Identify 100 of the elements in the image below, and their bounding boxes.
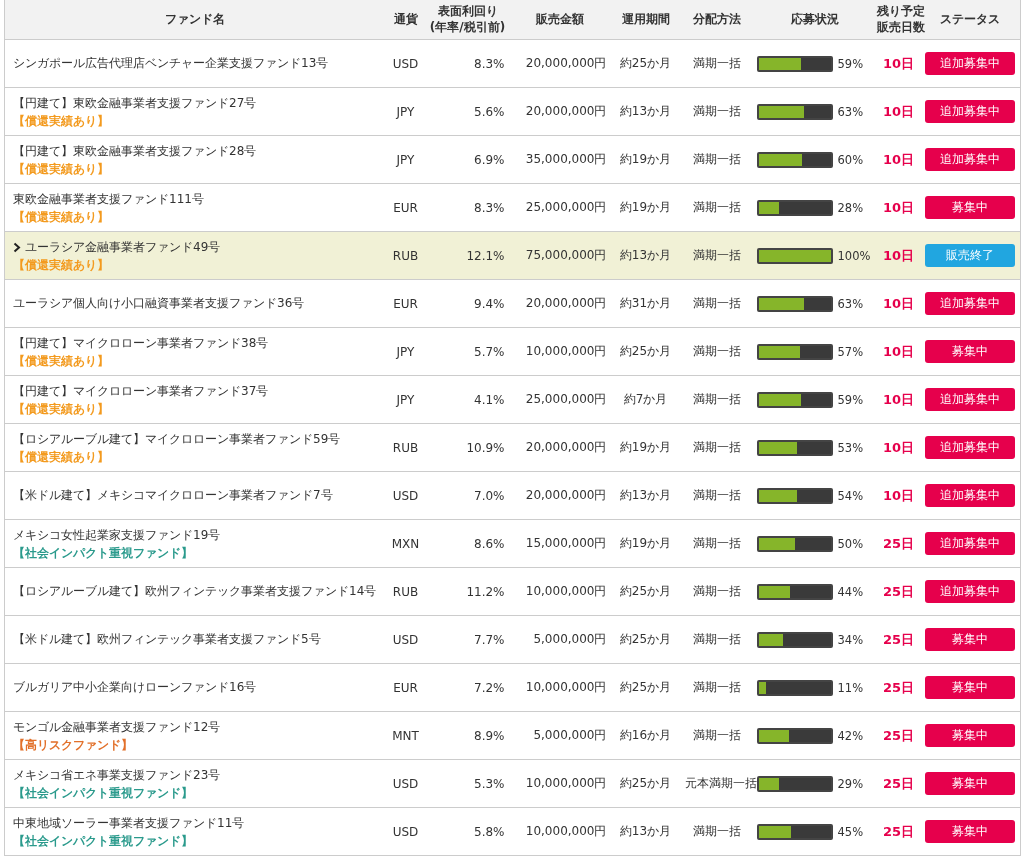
- fund-name[interactable]: メキシコ女性起業家支援ファンド19号: [13, 526, 221, 544]
- fund-row[interactable]: 【円建て】東欧金融事業者支援ファンド28号 【償還実績あり】 JPY 6.9% 35,000,000円 約19か月 満期一括 60% 10日 追加募集中: [4, 135, 1021, 184]
- days-remaining: 25日: [882, 631, 915, 647]
- period: 約13か月: [619, 104, 672, 118]
- fund-name[interactable]: 中東地域ソーラー事業者支援ファンド11号: [13, 814, 245, 832]
- fund-row[interactable]: 東欧金融事業者支援ファンド111号 【償還実績あり】 EUR 8.3% 25,000,000円 約19か月 満期一括 28% 10日 募集中: [4, 183, 1021, 232]
- progress-percent: 28%: [837, 200, 864, 215]
- fund-row[interactable]: メキシコ女性起業家支援ファンド19号 【社会インパクト重視ファンド】 MXN 8.6% 15,000,000円 約19か月 満期一括 50% 25日 追加募集中: [4, 519, 1021, 568]
- distribution-method: 満期一括: [692, 728, 741, 742]
- fund-name[interactable]: 【円建て】マイクロローン事業者ファンド38号: [13, 334, 269, 352]
- fund-name[interactable]: ユーラシア個人向け小口融資事業者支援ファンド36号: [13, 295, 305, 312]
- currency: JPY: [396, 104, 415, 119]
- progress-percent: 57%: [837, 344, 864, 359]
- progress-percent: 34%: [837, 632, 864, 647]
- status-badge: 募集中: [925, 772, 1016, 795]
- progress-percent: 60%: [837, 152, 864, 167]
- fund-row[interactable]: 【円建て】マイクロローン事業者ファンド38号 【償還実績あり】 JPY 5.7% 10,000,000円 約25か月 満期一括 57% 10日 募集中: [4, 327, 1021, 376]
- progress-percent: 63%: [837, 296, 864, 311]
- sales-amount: 10,000,000円: [525, 584, 607, 598]
- distribution-method: 満期一括: [692, 824, 741, 838]
- fund-name[interactable]: 【ロシアルーブル建て】欧州フィンテック事業者支援ファンド14号: [13, 583, 377, 600]
- fund-tag: 【償還実績あり】: [13, 353, 109, 369]
- fund-name[interactable]: メキシコ省エネ事業支援ファンド23号: [13, 766, 221, 784]
- sales-amount: 10,000,000円: [525, 776, 607, 790]
- days-remaining: 25日: [882, 823, 915, 839]
- fund-name[interactable]: 【円建て】東欧金融事業者支援ファンド28号: [13, 142, 257, 160]
- period: 約16か月: [619, 728, 672, 742]
- period: 約19か月: [619, 152, 672, 166]
- days-remaining: 10日: [882, 439, 915, 455]
- fund-row[interactable]: ユーラシア金融事業者ファンド49号 【償還実績あり】 RUB 12.1% 75,000,000円 約13か月 満期一括 100% 10日 販売終了: [4, 231, 1021, 280]
- fund-name[interactable]: ブルガリア中小企業向けローンファンド16号: [13, 679, 257, 696]
- currency: MXN: [391, 536, 420, 551]
- distribution-method: 満期一括: [692, 584, 741, 598]
- column-header: (年率/税引前): [429, 19, 506, 36]
- fund-row[interactable]: ユーラシア個人向け小口融資事業者支援ファンド36号 EUR 9.4% 20,000,000円 約31か月 満期一括 63% 10日 追加募集中: [4, 279, 1021, 328]
- fund-row[interactable]: 【ロシアルーブル建て】マイクロローン事業者ファンド59号 【償還実績あり】 RUB 10.9% 20,000,000円 約19か月 満期一括 53% 10日 追加募集中: [4, 423, 1021, 472]
- currency: RUB: [392, 440, 419, 455]
- progress-percent: 100%: [837, 248, 871, 263]
- fund-row[interactable]: モンゴル金融事業者支援ファンド12号 【高リスクファンド】 MNT 8.9% 5,000,000円 約16か月 満期一括 42% 25日 募集中: [4, 711, 1021, 760]
- fund-name[interactable]: 【円建て】マイクロローン事業者ファンド37号: [13, 382, 269, 400]
- fund-row[interactable]: 【ロシアルーブル建て】欧州フィンテック事業者支援ファンド14号 RUB 11.2% 10,000,000円 約25か月 満期一括 44% 25日 追加募集中: [4, 567, 1021, 616]
- fund-row[interactable]: 【円建て】東欧金融事業者支援ファンド27号 【償還実績あり】 JPY 5.6% 20,000,000円 約13か月 満期一括 63% 10日 追加募集中: [4, 87, 1021, 136]
- sales-amount: 20,000,000円: [525, 56, 607, 70]
- period: 約13か月: [619, 488, 672, 502]
- days-remaining: 10日: [882, 55, 915, 71]
- progress-percent: 53%: [837, 440, 864, 455]
- progress-percent: 54%: [837, 488, 864, 503]
- currency: JPY: [396, 344, 415, 359]
- days-remaining: 10日: [882, 391, 915, 407]
- column-header: 販売金額: [535, 11, 584, 28]
- progress-percent: 63%: [837, 104, 864, 119]
- fund-name[interactable]: 【ロシアルーブル建て】マイクロローン事業者ファンド59号: [13, 430, 341, 448]
- fund-name[interactable]: シンガポール広告代理店ベンチャー企業支援ファンド13号: [13, 55, 329, 72]
- column-header: 分配方法: [692, 11, 741, 28]
- progress-percent: 59%: [837, 392, 864, 407]
- fund-name[interactable]: ユーラシア金融事業者ファンド49号: [25, 238, 221, 256]
- sales-amount: 75,000,000円: [525, 248, 607, 262]
- days-remaining: 25日: [882, 583, 915, 599]
- fund-tag: 【償還実績あり】: [13, 113, 109, 129]
- yield: 5.6%: [474, 104, 505, 119]
- fund-name[interactable]: 【米ドル建て】メキシコマイクロローン事業者ファンド7号: [13, 487, 333, 504]
- fund-row[interactable]: メキシコ省エネ事業支援ファンド23号 【社会インパクト重視ファンド】 USD 5.3% 10,000,000円 約25か月 元本満期一括 29% 25日 募集中: [4, 759, 1021, 808]
- yield: 8.9%: [474, 728, 505, 743]
- sales-amount: 20,000,000円: [525, 440, 607, 454]
- period: 約25か月: [619, 632, 672, 646]
- days-remaining: 25日: [882, 727, 915, 743]
- fund-tag: 【償還実績あり】: [13, 209, 109, 225]
- distribution-method: 満期一括: [692, 104, 741, 118]
- fund-row[interactable]: 【円建て】マイクロローン事業者ファンド37号 【償還実績あり】 JPY 4.1% 25,000,000円 約7か月 満期一括 59% 10日 追加募集中: [4, 375, 1021, 424]
- fund-name[interactable]: 【米ドル建て】欧州フィンテック事業者支援ファンド5号: [13, 631, 321, 648]
- distribution-method: 満期一括: [692, 200, 741, 214]
- column-header: 残り予定: [876, 3, 925, 20]
- fund-name[interactable]: モンゴル金融事業者支援ファンド12号: [13, 718, 221, 736]
- status-badge: 販売終了: [925, 244, 1016, 267]
- fund-tag: 【償還実績あり】: [13, 257, 109, 273]
- fund-row[interactable]: 中東地域ソーラー事業者支援ファンド11号 【社会インパクト重視ファンド】 USD 5.8% 10,000,000円 約13か月 満期一括 45% 25日 募集中: [4, 807, 1021, 856]
- sales-amount: 20,000,000円: [525, 296, 607, 310]
- column-header: 通貨: [393, 11, 418, 28]
- period: 約13か月: [619, 824, 672, 838]
- days-remaining: 10日: [882, 487, 915, 503]
- period: 約19か月: [619, 440, 672, 454]
- sales-amount: 25,000,000円: [525, 200, 607, 214]
- fund-name[interactable]: 東欧金融事業者支援ファンド111号: [13, 190, 204, 208]
- fund-row[interactable]: シンガポール広告代理店ベンチャー企業支援ファンド13号 USD 8.3% 20,000,000円 約25か月 満期一括 59% 10日 追加募集中: [4, 39, 1021, 88]
- currency: MNT: [392, 728, 419, 743]
- column-header: ステータス: [940, 11, 1001, 28]
- distribution-method: 満期一括: [692, 680, 741, 694]
- currency: USD: [392, 488, 419, 503]
- yield: 5.3%: [474, 776, 505, 791]
- status-badge: 追加募集中: [925, 100, 1016, 123]
- fund-row[interactable]: ブルガリア中小企業向けローンファンド16号 EUR 7.2% 10,000,000円 約25か月 満期一括 11% 25日 募集中: [4, 663, 1021, 712]
- fund-row[interactable]: 【米ドル建て】メキシコマイクロローン事業者ファンド7号 USD 7.0% 20,000,000円 約13か月 満期一括 54% 10日 追加募集中: [4, 471, 1021, 520]
- column-header: 応募状況: [790, 11, 839, 28]
- progress-percent: 11%: [837, 680, 864, 695]
- fund-row[interactable]: 【米ドル建て】欧州フィンテック事業者支援ファンド5号 USD 7.7% 5,000,000円 約25か月 満期一括 34% 25日 募集中: [4, 615, 1021, 664]
- fund-tag: 【社会インパクト重視ファンド】: [13, 833, 193, 849]
- yield: 8.3%: [474, 200, 505, 215]
- progress-percent: 44%: [837, 584, 864, 599]
- fund-name[interactable]: 【円建て】東欧金融事業者支援ファンド27号: [13, 94, 257, 112]
- fund-tag: 【償還実績あり】: [13, 161, 109, 177]
